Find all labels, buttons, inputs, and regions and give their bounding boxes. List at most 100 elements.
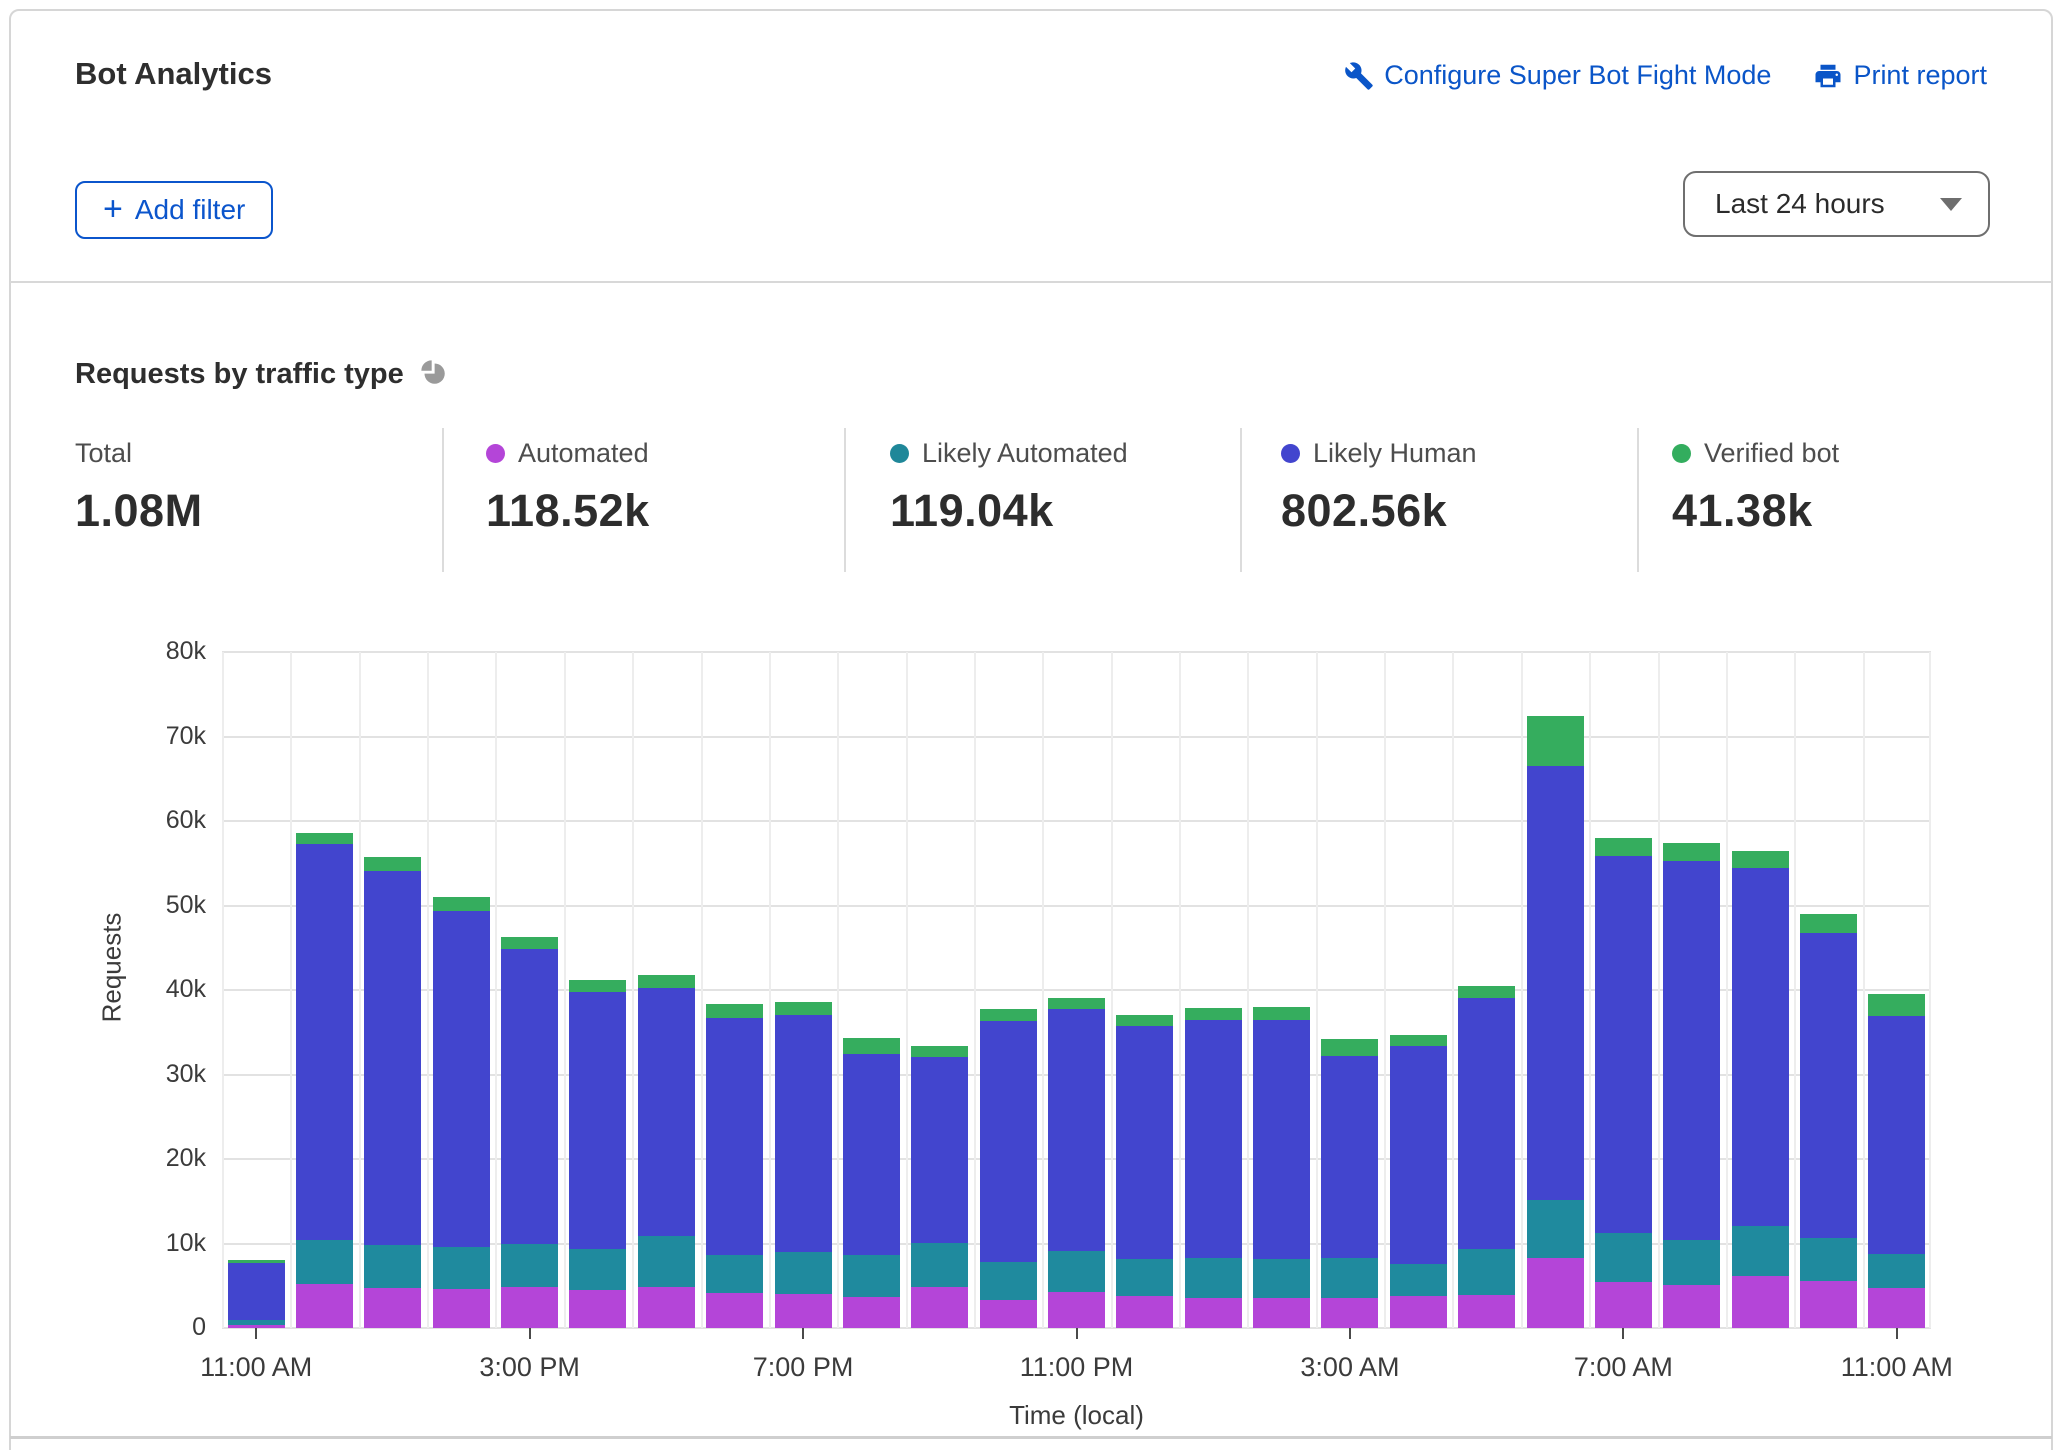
x-tick-mark xyxy=(1349,1328,1351,1339)
x-tick-mark xyxy=(802,1328,804,1339)
stat-likely-automated-label: Likely Automated xyxy=(922,438,1128,469)
segment-verified-bot xyxy=(638,975,695,989)
segment-likely-human xyxy=(911,1057,968,1243)
stacked-bar-5[interactable] xyxy=(569,980,626,1328)
stat-automated-label: Automated xyxy=(518,438,649,469)
segment-likely-human xyxy=(433,911,490,1246)
time-range-dropdown[interactable]: Last 24 hours xyxy=(1683,171,1990,237)
v-gridline xyxy=(427,652,429,1328)
section-title-row: Requests by traffic type xyxy=(75,358,447,391)
segment-verified-bot xyxy=(1321,1039,1378,1056)
stat-verified-bot: Verified bot 41.38k xyxy=(1672,438,1839,537)
plot-area xyxy=(222,652,1931,1328)
y-tick-label: 40k xyxy=(166,975,206,1004)
segment-likely-human xyxy=(1253,1020,1310,1259)
segment-likely-human xyxy=(501,949,558,1245)
segment-automated xyxy=(433,1289,490,1328)
v-gridline xyxy=(1042,652,1044,1328)
stacked-bar-7[interactable] xyxy=(706,1004,763,1328)
add-filter-label: Add filter xyxy=(135,194,246,226)
chevron-down-icon xyxy=(1940,198,1962,211)
stacked-bar-24[interactable] xyxy=(1868,994,1925,1328)
segment-likely-human xyxy=(1185,1020,1242,1258)
x-tick-label: 11:00 PM xyxy=(1020,1352,1134,1383)
v-gridline xyxy=(1726,652,1728,1328)
v-gridline xyxy=(1863,652,1865,1328)
segment-likely-human xyxy=(1595,856,1652,1233)
stacked-bar-17[interactable] xyxy=(1390,1035,1447,1328)
segment-likely-human xyxy=(1663,861,1720,1240)
stacked-bar-23[interactable] xyxy=(1800,914,1857,1328)
y-tick-label: 50k xyxy=(166,891,206,920)
segment-likely-automated xyxy=(1048,1251,1105,1292)
segment-automated xyxy=(296,1284,353,1328)
h-gridline xyxy=(222,736,1931,738)
stacked-bar-10[interactable] xyxy=(911,1046,968,1328)
stacked-bar-1[interactable] xyxy=(296,833,353,1328)
stacked-bar-9[interactable] xyxy=(843,1038,900,1328)
stacked-bar-12[interactable] xyxy=(1048,998,1105,1328)
stacked-bar-6[interactable] xyxy=(638,975,695,1328)
x-tick-label: 11:00 AM xyxy=(200,1352,312,1383)
stat-total: Total 1.08M xyxy=(75,438,203,537)
stacked-bar-2[interactable] xyxy=(364,857,421,1328)
stat-verified-bot-label: Verified bot xyxy=(1704,438,1839,469)
segment-verified-bot xyxy=(980,1009,1037,1022)
v-gridline xyxy=(495,652,497,1328)
segment-automated xyxy=(843,1297,900,1328)
segment-likely-automated xyxy=(911,1243,968,1287)
segment-likely-human xyxy=(228,1263,285,1320)
stat-automated-value: 118.52k xyxy=(486,485,650,537)
add-filter-button[interactable]: + Add filter xyxy=(75,181,273,239)
v-gridline xyxy=(974,652,976,1328)
segment-automated xyxy=(1390,1296,1447,1328)
page: Bot Analytics Configure Super Bot Fight … xyxy=(0,0,2062,1450)
stacked-bar-20[interactable] xyxy=(1595,838,1652,1328)
h-gridline xyxy=(222,651,1931,653)
segment-likely-human xyxy=(364,871,421,1245)
segment-likely-human xyxy=(1321,1056,1378,1258)
stacked-bar-4[interactable] xyxy=(501,937,558,1328)
stacked-bar-3[interactable] xyxy=(433,897,490,1328)
segment-verified-bot xyxy=(1458,986,1515,999)
v-gridline xyxy=(1247,652,1249,1328)
stat-divider xyxy=(442,428,444,572)
segment-automated xyxy=(1663,1285,1720,1328)
segment-automated xyxy=(775,1294,832,1328)
stacked-bar-16[interactable] xyxy=(1321,1039,1378,1328)
stacked-bar-18[interactable] xyxy=(1458,986,1515,1328)
segment-automated xyxy=(1048,1292,1105,1328)
stacked-bar-11[interactable] xyxy=(980,1009,1037,1328)
stacked-bar-8[interactable] xyxy=(775,1002,832,1328)
stacked-bar-21[interactable] xyxy=(1663,843,1720,1328)
stat-likely-human-value: 802.56k xyxy=(1281,485,1477,537)
stacked-bar-19[interactable] xyxy=(1527,716,1584,1328)
v-gridline xyxy=(359,652,361,1328)
stacked-bar-15[interactable] xyxy=(1253,1007,1310,1328)
stacked-bar-13[interactable] xyxy=(1116,1015,1173,1328)
configure-super-bot-fight-mode-link[interactable]: Configure Super Bot Fight Mode xyxy=(1344,60,1771,91)
segment-likely-automated xyxy=(1527,1200,1584,1257)
segment-verified-bot xyxy=(569,980,626,992)
segment-likely-automated xyxy=(1185,1258,1242,1299)
segment-likely-automated xyxy=(296,1240,353,1284)
print-report-link[interactable]: Print report xyxy=(1813,60,1987,91)
stacked-bar-14[interactable] xyxy=(1185,1008,1242,1328)
y-tick-label: 30k xyxy=(166,1060,206,1089)
segment-likely-human xyxy=(1390,1046,1447,1264)
x-axis-title: Time (local) xyxy=(222,1400,1931,1431)
stat-verified-bot-value: 41.38k xyxy=(1672,485,1839,537)
stacked-bar-0[interactable] xyxy=(228,1260,285,1328)
stat-total-value: 1.08M xyxy=(75,485,203,537)
segment-likely-human xyxy=(569,992,626,1250)
stacked-bar-22[interactable] xyxy=(1732,851,1789,1328)
plus-icon: + xyxy=(103,192,123,226)
time-range-value: Last 24 hours xyxy=(1715,188,1885,220)
v-gridline xyxy=(906,652,908,1328)
header-links: Configure Super Bot Fight Mode Print rep… xyxy=(1344,60,1987,91)
y-tick-label: 60k xyxy=(166,806,206,835)
segment-likely-automated xyxy=(1595,1233,1652,1283)
segment-likely-automated xyxy=(706,1255,763,1294)
segment-likely-automated xyxy=(569,1249,626,1290)
segment-likely-automated xyxy=(638,1236,695,1287)
